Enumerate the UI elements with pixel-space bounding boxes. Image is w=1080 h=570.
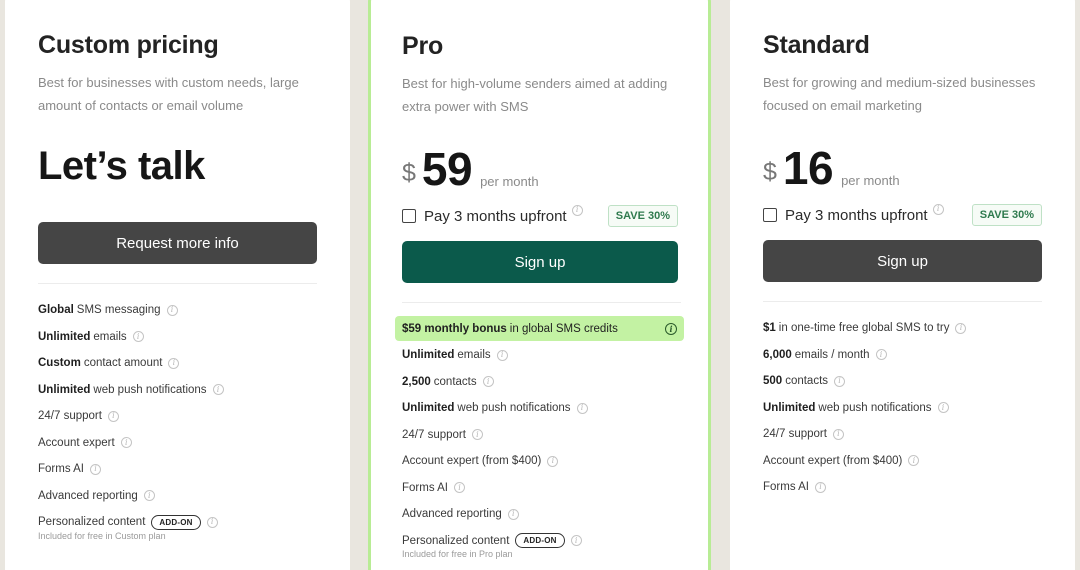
sms-bonus-highlight: $59 monthly bonus in global SMS credits i xyxy=(395,316,684,341)
feature-item: 24/7 support i xyxy=(763,421,1042,448)
info-icon[interactable]: i xyxy=(875,349,887,361)
divider xyxy=(38,283,317,284)
plan-title: Custom pricing xyxy=(38,31,219,59)
price: $ 59 per month xyxy=(402,142,678,192)
info-icon[interactable]: i xyxy=(571,204,583,216)
info-icon[interactable]: i xyxy=(212,384,224,396)
feature-item: Unlimited web push notifications i xyxy=(763,395,1042,422)
info-icon[interactable]: i xyxy=(576,402,588,414)
info-icon[interactable]: i xyxy=(834,375,846,387)
info-icon[interactable]: i xyxy=(206,516,218,528)
info-icon[interactable]: i xyxy=(815,481,827,493)
feature-item: Account expert (from $400) i xyxy=(402,448,678,475)
feature-item: Unlimited web push notifications i xyxy=(402,395,678,422)
info-icon[interactable]: i xyxy=(166,304,178,316)
save-badge: SAVE 30% xyxy=(607,205,678,227)
info-icon[interactable]: i xyxy=(132,331,144,343)
feature-item: Unlimited web push notifications i xyxy=(38,377,317,404)
feature-item: Global SMS messaging i xyxy=(38,297,317,324)
price: $ 16 per month xyxy=(763,141,1042,191)
lets-talk-headline: Let’s talk xyxy=(38,144,205,188)
feature-list: $1 in one-time free global SMS to try i 6,… xyxy=(763,315,1042,501)
feature-list: Unlimited emails i 2,500 contacts i Unlimite… xyxy=(402,342,678,559)
feature-item: $1 in one-time free global SMS to try i xyxy=(763,315,1042,342)
plan-description: Best for high-volume senders aimed at ad… xyxy=(402,76,668,114)
info-icon[interactable]: i xyxy=(120,437,132,449)
info-icon[interactable]: i xyxy=(496,349,508,361)
info-icon[interactable]: i xyxy=(665,322,677,335)
save-badge: SAVE 30% xyxy=(971,204,1042,226)
feature-item: 24/7 support i xyxy=(402,422,678,449)
feature-item: 2,500 contacts i xyxy=(402,369,678,396)
plan-description: Best for growing and medium-sized busine… xyxy=(763,75,1036,113)
info-icon[interactable]: i xyxy=(932,203,944,215)
info-icon[interactable]: i xyxy=(507,508,519,520)
price-period: per month xyxy=(480,174,539,189)
feature-item: Account expert i xyxy=(38,430,317,457)
info-icon[interactable]: i xyxy=(454,482,466,494)
pay-upfront-option: Pay 3 months upfront i SAVE 30% xyxy=(763,203,1042,227)
sign-up-button[interactable]: Sign up xyxy=(763,240,1042,282)
currency-symbol: $ xyxy=(402,159,416,187)
info-icon[interactable]: i xyxy=(832,428,844,440)
info-icon[interactable]: i xyxy=(955,322,967,334)
plan-card-pro: Pro Best for high-volume senders aimed a… xyxy=(368,0,711,570)
feature-item: Forms AI i xyxy=(38,456,317,483)
info-icon[interactable]: i xyxy=(482,376,494,388)
price-amount: 59 xyxy=(421,143,473,195)
info-icon[interactable]: i xyxy=(547,455,559,467)
price-amount: 16 xyxy=(782,142,834,194)
info-icon[interactable]: i xyxy=(471,429,483,441)
info-icon[interactable]: i xyxy=(143,490,155,502)
request-more-info-button[interactable]: Request more info xyxy=(38,222,317,264)
pay-upfront-checkbox[interactable] xyxy=(763,208,777,222)
currency-symbol: $ xyxy=(763,158,777,186)
sign-up-button[interactable]: Sign up xyxy=(402,241,678,283)
divider xyxy=(402,302,681,303)
info-icon[interactable]: i xyxy=(937,402,949,414)
pay-upfront-option: Pay 3 months upfront i SAVE 30% xyxy=(402,204,678,228)
pay-upfront-checkbox[interactable] xyxy=(402,209,416,223)
addon-badge: ADD-ON xyxy=(151,514,201,530)
plan-card-custom: Custom pricing Best for businesses with … xyxy=(5,0,350,570)
info-icon[interactable]: i xyxy=(570,535,582,547)
price-period: per month xyxy=(841,173,900,188)
feature-item: Forms AI i xyxy=(402,475,678,502)
feature-item: 500 contacts i xyxy=(763,368,1042,395)
feature-item: 24/7 support i xyxy=(38,403,317,430)
divider xyxy=(763,301,1042,302)
feature-item: Advanced reporting i xyxy=(38,483,317,510)
feature-list: Global SMS messaging i Unlimited emails i Cu… xyxy=(38,297,317,541)
feature-item: Advanced reporting i xyxy=(402,501,678,528)
plan-description: Best for businesses with custom needs, l… xyxy=(38,75,299,113)
feature-item: Forms AI i xyxy=(763,474,1042,501)
pay-upfront-label[interactable]: Pay 3 months upfront xyxy=(785,207,928,224)
info-icon[interactable]: i xyxy=(90,463,102,475)
plan-title: Standard xyxy=(763,31,870,59)
addon-badge: ADD-ON xyxy=(515,533,565,549)
plan-card-standard: Standard Best for growing and medium-siz… xyxy=(730,0,1075,570)
info-icon[interactable]: i xyxy=(168,357,180,369)
pay-upfront-label[interactable]: Pay 3 months upfront xyxy=(424,208,567,225)
addon-note: Included for free in Custom plan xyxy=(38,530,166,541)
feature-item: 6,000 emails / month i xyxy=(763,342,1042,369)
feature-item: Custom contact amount i xyxy=(38,350,317,377)
feature-item: Unlimited emails i xyxy=(402,342,678,369)
feature-item: Account expert (from $400) i xyxy=(763,448,1042,475)
plan-title: Pro xyxy=(402,32,444,60)
info-icon[interactable]: i xyxy=(908,455,920,467)
info-icon[interactable]: i xyxy=(107,410,119,422)
feature-item: Unlimited emails i xyxy=(38,324,317,351)
addon-note: Included for free in Pro plan xyxy=(402,549,513,559)
